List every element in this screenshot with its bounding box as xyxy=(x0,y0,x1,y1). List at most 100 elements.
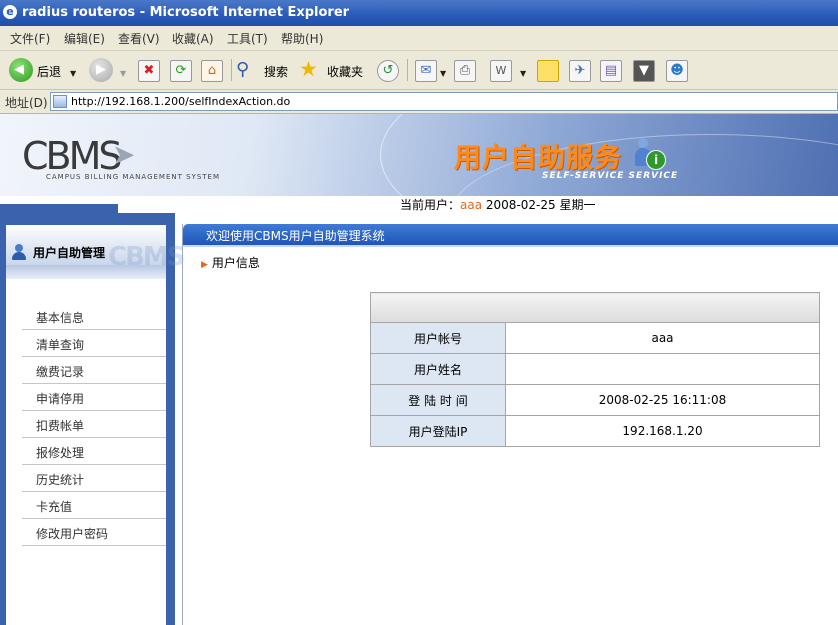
refresh-icon[interactable]: ⟳ xyxy=(170,60,192,82)
logo-arrow-icon: ➤ xyxy=(112,138,136,171)
messenger-icon[interactable]: ✈ xyxy=(569,60,591,82)
logo-subtitle: CAMPUS BILLING MANAGEMENT SYSTEM xyxy=(46,173,221,181)
field-label: 用户帐号 xyxy=(370,322,506,354)
sidebar-item-label: 缴费记录 xyxy=(36,365,85,379)
home-icon[interactable]: ⌂ xyxy=(201,60,223,82)
table-header-row xyxy=(370,292,820,323)
sidebar-header-band xyxy=(6,265,166,279)
address-label: 地址(D) xyxy=(5,96,48,110)
sidebar-item-payment-records[interactable]: 缴费记录 xyxy=(22,357,166,384)
current-user-label: 当前用户： xyxy=(400,198,461,212)
forward-arrow-icon xyxy=(89,58,113,82)
main-content: 欢迎使用CBMS用户自助管理系统 ▶ 用户信息 用户帐号 aaa 用户姓名 登 陆… xyxy=(182,224,838,625)
current-date: 2008-02-25 xyxy=(485,198,556,212)
sidebar-item-history-stats[interactable]: 历史统计 xyxy=(22,465,166,492)
favorites-label: 收藏夹 xyxy=(327,65,364,79)
section-title: ▶ 用户信息 xyxy=(201,254,260,271)
welcome-bar-underline xyxy=(183,245,838,247)
back-arrow-icon xyxy=(9,58,33,82)
forward-button[interactable]: ▼ xyxy=(89,57,127,83)
sidebar-title: 用户自助管理 xyxy=(33,246,106,260)
edit-icon[interactable]: W xyxy=(490,60,512,82)
sidebar-item-repair[interactable]: 报修处理 xyxy=(22,438,166,465)
contacts-icon[interactable]: ☻ xyxy=(666,60,688,82)
page-icon xyxy=(53,95,67,108)
sidebar-item-label: 清单查询 xyxy=(36,338,85,352)
field-label: 用户登陆IP xyxy=(370,415,506,447)
menu-favorites[interactable]: 收藏(A) xyxy=(172,30,214,47)
service-title: 用户自助服务 xyxy=(454,143,622,174)
user-icon xyxy=(12,244,26,260)
history-icon[interactable]: ↺ xyxy=(377,60,399,82)
stop-icon[interactable]: ✖ xyxy=(138,60,160,82)
site-header-banner: CBMS ➤ CAMPUS BILLING MANAGEMENT SYSTEM … xyxy=(0,114,838,196)
menu-bar: 文件(F) 编辑(E) 查看(V) 收藏(A) 工具(T) 帮助(H) xyxy=(0,26,838,51)
sidebar-item-label: 基本信息 xyxy=(36,311,85,325)
user-info-table: 用户帐号 aaa 用户姓名 登 陆 时 间 2008-02-25 16:11:0… xyxy=(370,292,820,447)
back-label: 后退 xyxy=(37,65,62,79)
mail-icon[interactable]: ✉ xyxy=(415,60,437,82)
user-status-strip: 当前用户：aaa 2008-02-25 星期一 xyxy=(0,196,838,213)
sidebar-item-basic-info[interactable]: 基本信息 xyxy=(22,303,166,330)
media-icon[interactable]: ▼ xyxy=(633,60,655,82)
research-icon[interactable]: ▤ xyxy=(600,60,622,82)
sidebar-item-label: 历史统计 xyxy=(36,473,85,487)
internet-explorer-icon: e xyxy=(3,5,17,19)
decorative-tab xyxy=(0,204,118,213)
favorites-button[interactable]: ★ 收藏夹 xyxy=(299,57,367,83)
chevron-down-icon[interactable]: ▼ xyxy=(120,69,126,78)
field-value: 192.168.1.20 xyxy=(505,415,820,447)
toolbar-separator xyxy=(231,59,232,81)
field-value: aaa xyxy=(505,322,820,354)
menu-help[interactable]: 帮助(H) xyxy=(281,30,323,47)
sidebar-item-change-password[interactable]: 修改用户密码 xyxy=(22,519,166,546)
field-label: 用户姓名 xyxy=(370,353,506,385)
url-input[interactable] xyxy=(71,93,831,110)
toolbar-separator xyxy=(407,59,408,81)
section-title-text: 用户信息 xyxy=(211,256,260,270)
info-icon: i xyxy=(646,150,666,170)
sidebar-item-label: 扣费帐单 xyxy=(36,419,85,433)
sidebar-nav: 基本信息 清单查询 缴费记录 申请停用 扣费帐单 报修处理 历史统计 卡充值 修… xyxy=(22,303,166,546)
address-bar: 地址(D) xyxy=(0,90,838,114)
current-weekday: 星期一 xyxy=(559,198,596,212)
service-subtitle: SELF-SERVICE SERVICE xyxy=(542,171,679,181)
field-label: 登 陆 时 间 xyxy=(370,384,506,416)
menu-tools[interactable]: 工具(T) xyxy=(227,30,268,47)
search-label: 搜索 xyxy=(264,65,289,79)
sidebar: 用户自助管理 CBMS 基本信息 清单查询 缴费记录 申请停用 扣费帐单 报修处… xyxy=(6,225,185,625)
sidebar-item-label: 修改用户密码 xyxy=(36,527,109,541)
current-user-line: 当前用户：aaa 2008-02-25 星期一 xyxy=(400,196,596,213)
search-icon: ⚲ xyxy=(236,59,250,80)
menu-view[interactable]: 查看(V) xyxy=(118,30,160,47)
table-row: 登 陆 时 间 2008-02-25 16:11:08 xyxy=(370,384,820,416)
search-button[interactable]: ⚲ 搜索 xyxy=(236,57,292,83)
sidebar-item-charge-bill[interactable]: 扣费帐单 xyxy=(22,411,166,438)
welcome-bar: 欢迎使用CBMS用户自助管理系统 xyxy=(183,224,838,247)
field-value: 2008-02-25 16:11:08 xyxy=(505,384,820,416)
cbms-logo: CBMS xyxy=(22,134,123,178)
address-box[interactable] xyxy=(50,92,838,111)
back-button[interactable]: 后退 ▼ xyxy=(9,57,81,83)
toolbar: 后退 ▼ ▼ ✖ ⟳ ⌂ ⚲ 搜索 ★ 收藏夹 ↺ ✉ ▼ ⎙ W ▼ ✈ ▤ … xyxy=(0,51,838,90)
star-icon: ★ xyxy=(299,57,318,81)
chevron-down-icon[interactable]: ▼ xyxy=(70,69,76,78)
table-row: 用户帐号 aaa xyxy=(370,322,820,354)
window-titlebar: e radius routeros - Microsoft Internet E… xyxy=(0,0,838,26)
sidebar-item-request-suspend[interactable]: 申请停用 xyxy=(22,384,166,411)
current-user-name: aaa xyxy=(460,198,483,212)
table-header-cell xyxy=(370,292,820,323)
window-title: radius routeros - Microsoft Internet Exp… xyxy=(22,5,350,20)
sidebar-item-label: 报修处理 xyxy=(36,446,85,460)
menu-edit[interactable]: 编辑(E) xyxy=(64,30,105,47)
note-icon[interactable] xyxy=(537,60,559,82)
sidebar-item-bill-query[interactable]: 清单查询 xyxy=(22,330,166,357)
sidebar-item-label: 卡充值 xyxy=(36,500,73,514)
chevron-down-icon[interactable]: ▼ xyxy=(520,69,526,78)
welcome-text: 欢迎使用CBMS用户自助管理系统 xyxy=(206,229,385,243)
chevron-down-icon[interactable]: ▼ xyxy=(440,69,446,78)
sidebar-item-card-recharge[interactable]: 卡充值 xyxy=(22,492,166,519)
left-frame: 用户自助管理 CBMS 基本信息 清单查询 缴费记录 申请停用 扣费帐单 报修处… xyxy=(0,213,185,625)
menu-file[interactable]: 文件(F) xyxy=(10,30,50,47)
print-icon[interactable]: ⎙ xyxy=(454,60,476,82)
